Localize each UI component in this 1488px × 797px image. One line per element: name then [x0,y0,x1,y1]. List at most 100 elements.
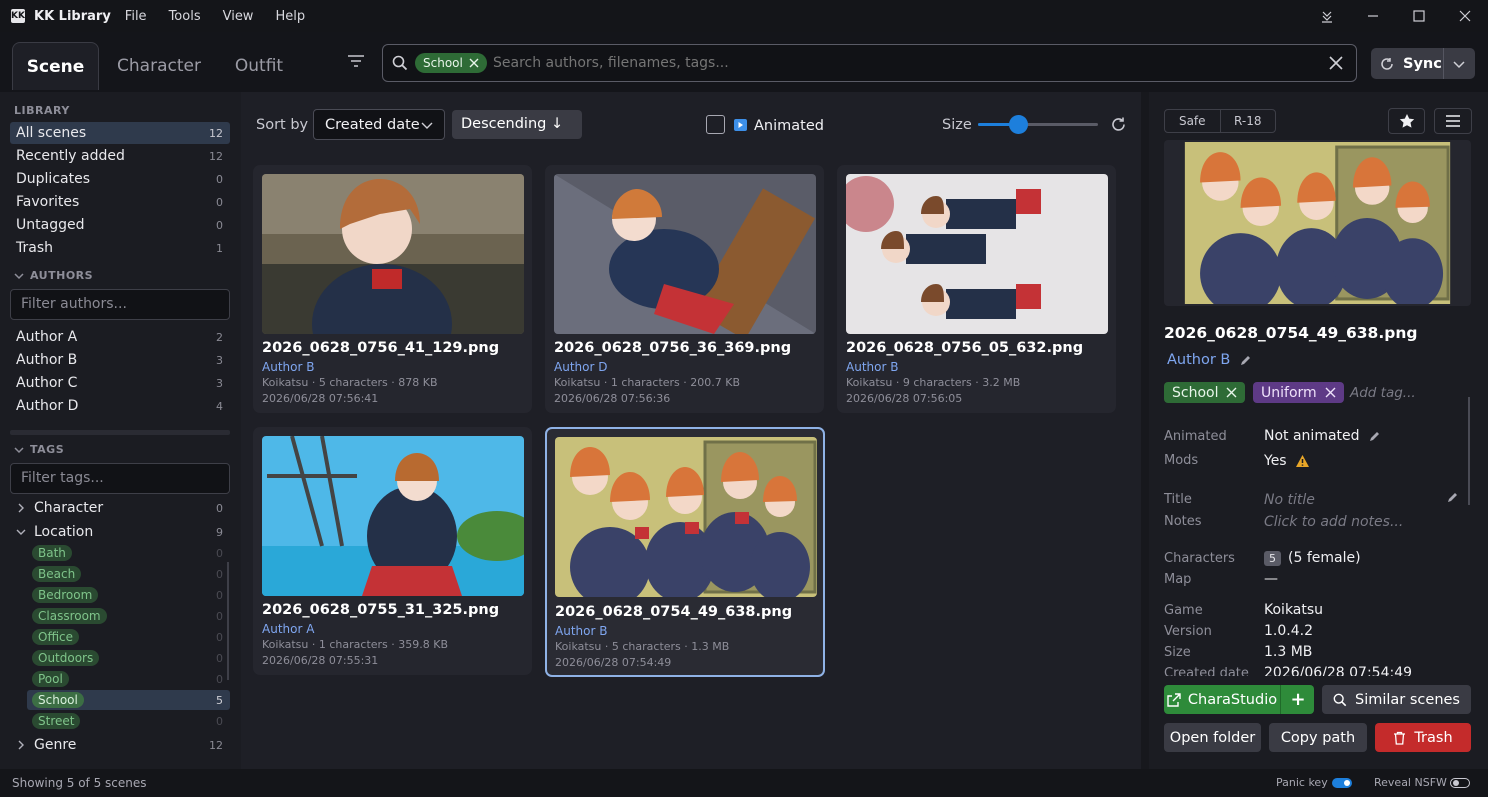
scene-thumbnail [262,436,524,596]
scene-author-link[interactable]: Author A [262,622,314,636]
search-bar[interactable]: School [382,44,1357,82]
remove-tag-icon[interactable] [1226,387,1237,398]
sort-order-button[interactable]: Descending ↓ [452,110,582,139]
preview-image[interactable] [1164,140,1471,306]
version-label: Version [1164,624,1212,639]
scene-thumbnail [846,174,1108,334]
refresh-icon[interactable] [1110,116,1127,137]
created-row-clipped: Created date 2026/06/28 07:54:49 [1149,664,1488,676]
scene-card-5-selected[interactable]: 2026_0628_0754_49_638.png Author B Koika… [545,427,825,677]
tag-item-classroom[interactable]: Classroom 0 [27,606,230,626]
chip-remove-icon[interactable] [469,58,479,68]
size-slider-thumb[interactable] [1009,115,1029,134]
detail-author-link[interactable]: Author B [1167,352,1230,368]
scene-author-link[interactable]: Author B [555,624,607,638]
section-divider[interactable] [10,430,230,435]
chevron-down-icon [421,122,433,129]
detail-panel: Safe R-18 2026_0628_0754_49_638.png Auth… [1149,92,1488,769]
tab-outfit[interactable]: Outfit [222,42,296,90]
safe-button[interactable]: Safe [1165,110,1221,132]
scene-meta: Koikatsu · 5 characters · 878 KB [262,376,438,389]
plus-icon[interactable]: + [1282,685,1314,714]
tab-scene[interactable]: Scene [12,42,99,90]
rating-toggle: Safe R-18 [1164,109,1276,133]
sidebar-item-duplicates[interactable]: Duplicates 0 [10,168,230,190]
trash-button[interactable]: Trash [1375,723,1471,752]
scene-card-2[interactable]: 2026_0628_0756_36_369.png Author D Koika… [545,165,824,413]
sidebar-item-author-c[interactable]: Author C3 [10,372,230,394]
search-chip[interactable]: School [415,53,487,73]
favorite-button[interactable] [1388,108,1425,134]
reveal-nsfw-toggle[interactable] [1450,778,1470,788]
add-tag-input[interactable]: Add tag... [1350,385,1416,401]
panic-key-label: Panic key [1276,776,1328,789]
filter-authors-input[interactable]: Filter authors... [10,289,230,320]
sidebar-scrollbar[interactable] [227,562,229,680]
r18-button[interactable]: R-18 [1221,110,1276,132]
animated-checkbox[interactable] [706,115,725,134]
tags-section-header[interactable]: TAGS [14,443,64,456]
tag-group-genre[interactable]: Genre 12 [10,734,230,756]
tag-item-beach[interactable]: Beach 0 [27,564,230,584]
panic-key-toggle[interactable] [1332,778,1352,788]
tag-group-location[interactable]: Location 9 [10,521,230,543]
notes-value[interactable]: Click to add notes... [1264,514,1403,530]
charastudio-button[interactable]: CharaStudio + [1164,685,1314,714]
open-folder-button[interactable]: Open folder [1164,723,1261,752]
sort-select[interactable]: Created date [313,109,445,140]
search-input[interactable] [493,50,1313,76]
sidebar-item-untagged[interactable]: Untagged 0 [10,214,230,236]
scene-card-4[interactable]: 2026_0628_0755_31_325.png Author A Koika… [253,427,532,675]
tag-item-bath[interactable]: Bath 0 [27,543,230,563]
scene-card-1[interactable]: 2026_0628_0756_41_129.png Author B Koika… [253,165,532,413]
animated-label: Animated [1164,429,1227,444]
menu-view[interactable]: View [223,9,254,24]
pencil-icon[interactable] [1446,491,1459,504]
tag-item-school[interactable]: School 5 [27,690,230,710]
size-label: Size [942,117,972,133]
scene-author-link[interactable]: Author B [262,360,314,374]
close-window-button[interactable] [1442,0,1488,32]
tag-group-character[interactable]: Character 0 [10,497,230,519]
menu-file[interactable]: File [125,9,147,24]
more-menu-button[interactable] [1434,108,1472,134]
copy-path-button[interactable]: Copy path [1269,723,1367,752]
search-icon [392,55,408,75]
menu-help[interactable]: Help [275,9,305,24]
similar-scenes-button[interactable]: Similar scenes [1322,685,1471,714]
menu-tools[interactable]: Tools [169,9,201,24]
notes-label: Notes [1164,514,1202,529]
detail-scrollbar[interactable] [1468,397,1470,505]
tab-character[interactable]: Character [110,42,208,90]
remove-tag-icon[interactable] [1325,387,1336,398]
pencil-icon[interactable] [1368,430,1381,443]
size-slider[interactable] [978,115,1098,134]
pencil-icon[interactable] [1239,354,1252,367]
tag-item-office[interactable]: Office 0 [27,627,230,647]
sync-button[interactable]: Sync [1371,48,1475,79]
title-value[interactable]: No title [1264,492,1315,508]
authors-section-header[interactable]: AUTHORS [14,269,93,282]
chevron-down-icon[interactable] [1453,58,1465,70]
sidebar-item-trash[interactable]: Trash 1 [10,237,230,259]
clear-search-icon[interactable] [1329,56,1343,74]
sidebar-item-all-scenes[interactable]: All scenes 12 [10,122,230,144]
download-icon[interactable] [1304,0,1350,32]
maximize-button[interactable] [1396,0,1442,32]
scene-author-link[interactable]: Author B [846,360,898,374]
sidebar-item-recently-added[interactable]: Recently added 12 [10,145,230,167]
tag-item-pool[interactable]: Pool 0 [27,669,230,689]
filter-tags-input[interactable]: Filter tags... [10,463,230,494]
sidebar-item-author-b[interactable]: Author B3 [10,349,230,371]
filter-icon[interactable] [345,50,367,72]
sidebar-item-favorites[interactable]: Favorites 0 [10,191,230,213]
tag-item-bedroom[interactable]: Bedroom 0 [27,585,230,605]
characters-label: Characters [1164,551,1235,566]
tag-item-outdoors[interactable]: Outdoors 0 [27,648,230,668]
scene-card-3[interactable]: 2026_0628_0756_05_632.png Author B Koika… [837,165,1116,413]
tag-item-street[interactable]: Street 0 [27,711,230,731]
sidebar-item-author-d[interactable]: Author D4 [10,395,230,417]
scene-author-link[interactable]: Author D [554,360,607,374]
sidebar-item-author-a[interactable]: Author A2 [10,326,230,348]
minimize-button[interactable] [1350,0,1396,32]
